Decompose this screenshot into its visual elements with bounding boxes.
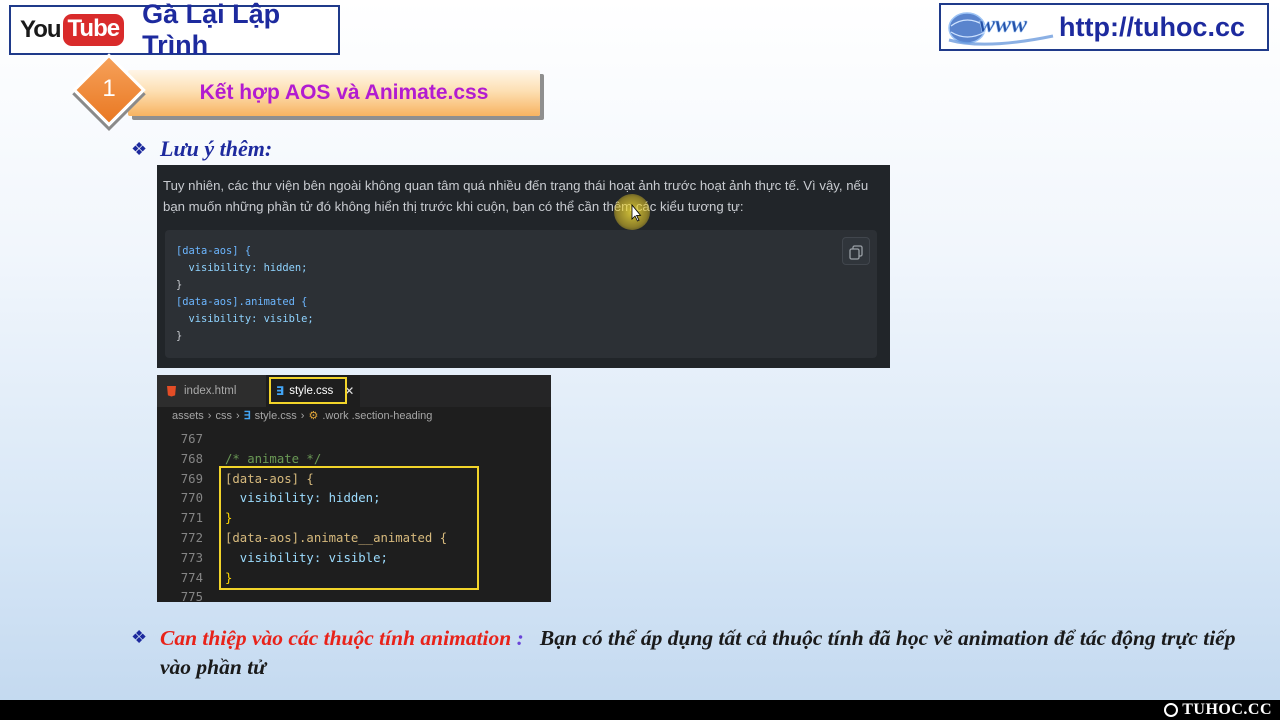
doc-code-line: [data-aos].animated {	[176, 296, 308, 308]
chevron-right-icon: ›	[300, 409, 305, 422]
tab-highlight-outline	[269, 377, 347, 404]
bottom-note-colon: :	[516, 626, 524, 650]
site-url-box: www http://tuhoc.cc	[939, 3, 1269, 51]
section-title: Kết hợp AOS và Animate.css	[199, 81, 489, 104]
code-line: 775	[180, 590, 203, 602]
editor-tab-bar: index.html ∃ style.css ✕	[157, 375, 551, 407]
channel-name: Gà Lại Lập Trình	[142, 0, 281, 60]
tab-label: index.html	[184, 385, 237, 397]
code-highlight-outline	[219, 466, 479, 590]
channel-brand-box: You Tube Gà Lại Lập Trình	[9, 0, 340, 60]
code-line: 767	[180, 432, 203, 446]
code-editor: index.html ∃ style.css ✕ assets › css › …	[157, 375, 551, 602]
doc-code-line: }	[176, 330, 183, 342]
doc-code-block: [data-aos] { visibility: hidden; } [data…	[165, 230, 877, 358]
breadcrumb-item[interactable]: assets	[172, 410, 204, 422]
mouse-cursor-highlight	[614, 194, 650, 230]
doc-code-line: [data-aos] {	[176, 245, 252, 257]
doc-code-line: }	[176, 279, 183, 291]
www-globe-icon: www	[945, 6, 1057, 48]
section-number-badge: 1	[72, 53, 149, 127]
breadcrumb-item[interactable]: css	[215, 410, 232, 422]
breadcrumb: assets › css › ∃ style.css › ⚙ .work .se…	[172, 409, 432, 423]
bottom-bar: TUHOC.CC	[0, 700, 1280, 720]
breadcrumb-item[interactable]: style.css	[255, 410, 297, 422]
documentation-panel: Tuy nhiên, các thư viện bên ngoài không …	[157, 165, 890, 368]
site-url[interactable]: http://tuhoc.cc	[1059, 12, 1245, 43]
watermark-text: TUHOC.CC	[1182, 701, 1272, 718]
www-text: www	[979, 12, 1028, 38]
doc-code-line: visibility: visible;	[176, 313, 314, 325]
watermark-logo-icon	[1164, 703, 1179, 717]
chevron-right-icon: ›	[235, 409, 240, 422]
doc-code-line: visibility: hidden;	[176, 262, 308, 274]
section-banner: Kết hợp AOS và Animate.css	[128, 70, 540, 116]
youtube-logo-you: You	[20, 16, 62, 43]
youtube-logo-tube: Tube	[62, 14, 125, 46]
html5-icon	[167, 385, 176, 397]
tab-index-html[interactable]: index.html	[157, 375, 266, 407]
mouse-pointer-icon	[631, 203, 642, 222]
doc-paragraph: Tuy nhiên, các thư viện bên ngoài không …	[163, 178, 869, 214]
bottom-note: Can thiệp vào các thuộc tính animation :…	[160, 624, 1250, 682]
copy-icon	[849, 245, 863, 260]
section-number: 1	[102, 75, 116, 102]
bottom-note-highlight: Can thiệp vào các thuộc tính animation	[160, 626, 512, 650]
note-heading: Lưu ý thêm:	[160, 136, 273, 161]
chevron-right-icon: ›	[207, 409, 212, 422]
copy-code-button[interactable]	[842, 237, 870, 265]
watermark: TUHOC.CC	[1164, 701, 1272, 719]
symbol-icon: ⚙	[308, 410, 319, 422]
youtube-logo: You Tube	[20, 14, 125, 46]
diamond-bullet-icon: ❖	[131, 139, 148, 159]
diamond-bullet-icon: ❖	[131, 627, 148, 647]
css3-icon: ∃	[243, 410, 251, 422]
breadcrumb-item[interactable]: .work .section-heading	[322, 410, 432, 422]
